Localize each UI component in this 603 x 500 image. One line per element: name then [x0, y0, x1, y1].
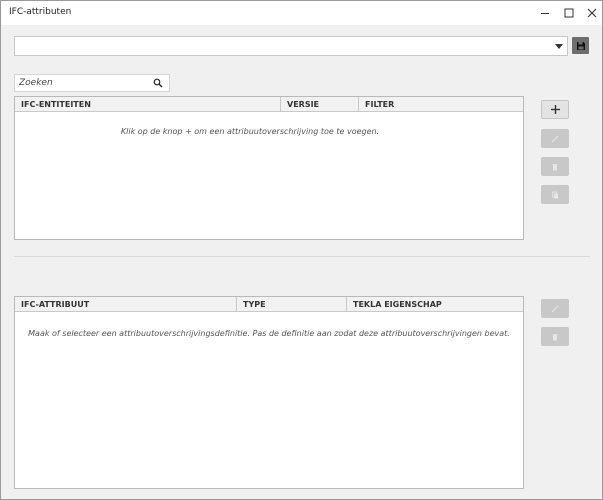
add-override-button[interactable]: [541, 100, 569, 119]
close-button[interactable]: [580, 1, 603, 25]
maximize-button[interactable]: [557, 1, 581, 25]
column-header-type[interactable]: TYPE: [237, 297, 347, 312]
ifc-attributes-window: IFC-attributen Zoeken IFC-ENTITEITEN VER…: [0, 0, 603, 500]
copy-icon: [552, 191, 558, 198]
close-icon: [587, 8, 597, 18]
ifc-attributes-table-header: IFC-ATTRIBUUT TYPE TEKLA EIGENSCHAP: [15, 297, 523, 312]
ifc-attributes-table[interactable]: IFC-ATTRIBUUT TYPE TEKLA EIGENSCHAP Maak…: [14, 296, 524, 489]
search-box[interactable]: [14, 74, 170, 92]
pencil-icon: [551, 305, 559, 312]
save-button[interactable]: [572, 37, 589, 54]
window-title: IFC-attributen: [9, 7, 72, 17]
column-header-ifc-entities[interactable]: IFC-ENTITEITEN: [15, 97, 281, 112]
minimize-icon: [541, 13, 549, 14]
ifc-attributes-empty-message: Maak of selecteer een attribuutoverschri…: [28, 329, 510, 338]
ifc-entities-table-header: IFC-ENTITEITEN VERSIE FILTER: [15, 97, 523, 112]
section-divider: [14, 256, 590, 257]
column-header-filter[interactable]: FILTER: [359, 97, 523, 112]
delete-override-button[interactable]: [541, 157, 569, 176]
column-header-ifc-attribute[interactable]: IFC-ATTRIBUUT: [15, 297, 237, 312]
column-header-version[interactable]: VERSIE: [281, 97, 359, 112]
column-header-tekla-property[interactable]: TEKLA EIGENSCHAP: [347, 297, 523, 312]
chevron-down-icon: [555, 44, 563, 49]
minimize-button[interactable]: [533, 1, 557, 25]
maximize-icon: [564, 8, 574, 18]
copy-override-button[interactable]: [541, 185, 569, 204]
window-body: IFC-ENTITEITEN VERSIE FILTER Klik op de …: [1, 25, 602, 499]
search-input[interactable]: [15, 75, 150, 91]
ifc-entities-table[interactable]: IFC-ENTITEITEN VERSIE FILTER Klik op de …: [14, 96, 524, 240]
ifc-entities-empty-message: Klik op de knop + om een attribuutoversc…: [120, 127, 380, 136]
search-icon[interactable]: [153, 78, 163, 88]
trash-icon: [552, 333, 558, 340]
trash-icon: [552, 163, 558, 170]
plus-icon: [550, 105, 560, 114]
definition-dropdown[interactable]: [14, 36, 568, 56]
edit-override-button[interactable]: [541, 129, 569, 148]
title-bar[interactable]: IFC-attributen: [1, 1, 602, 25]
edit-attribute-button[interactable]: [541, 299, 569, 318]
pencil-icon: [551, 135, 559, 142]
floppy-disk-icon: [576, 41, 585, 50]
delete-attribute-button[interactable]: [541, 327, 569, 346]
